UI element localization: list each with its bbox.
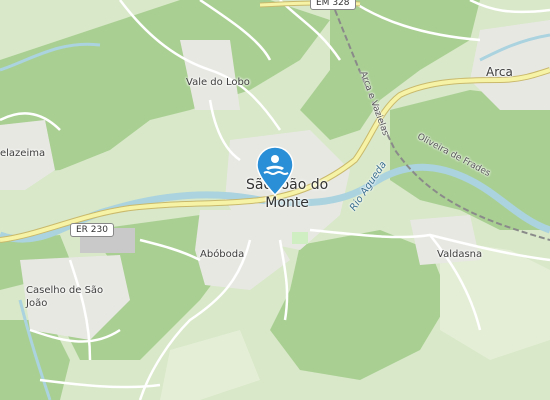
- swimming-icon: [256, 146, 294, 197]
- caselho-line1: Caselho de São: [26, 285, 104, 296]
- place-caselho: Caselho de São João: [26, 284, 103, 310]
- sports-pitch: [292, 232, 308, 244]
- map-canvas[interactable]: Vale do Lobo Arca elazeima São João do M…: [0, 0, 550, 400]
- place-valdasna: Valdasna: [437, 249, 483, 260]
- road-shield-er230: ER 230: [70, 223, 114, 237]
- swimming-location-pin[interactable]: [256, 146, 294, 197]
- place-felazeima: elazeima: [0, 148, 46, 159]
- caselho-line2: João: [26, 298, 48, 309]
- place-arca: Arca: [486, 65, 513, 79]
- road-shield-em328: EM 328: [310, 0, 356, 10]
- place-aboboda: Abóboda: [200, 249, 245, 260]
- place-vale-do-lobo: Vale do Lobo: [186, 77, 250, 88]
- town-name-line2: Monte: [265, 195, 309, 211]
